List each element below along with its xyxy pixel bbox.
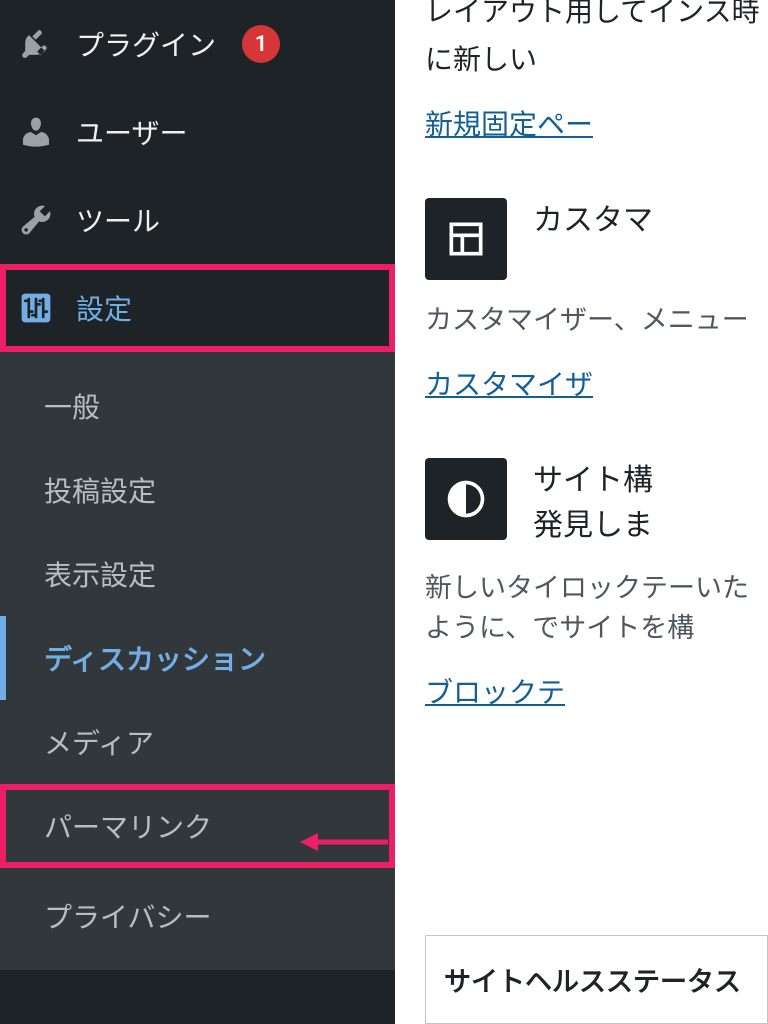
submenu-item-privacy[interactable]: プライバシー <box>0 874 395 958</box>
main-content: レイアウト用してインス時に新しい 新規固定ペー カスタマ カスタマイザー、メニュ… <box>395 0 768 1024</box>
submenu-item-general[interactable]: 一般 <box>0 364 395 448</box>
wrench-icon <box>18 202 54 238</box>
site-title-line1: サイト構 <box>533 458 653 503</box>
sidebar-label-tools: ツール <box>76 200 160 240</box>
site-title-line2: 発見しま <box>533 503 653 548</box>
submenu-item-reading[interactable]: 表示設定 <box>0 532 395 616</box>
settings-submenu: 一般 投稿設定 表示設定 ディスカッション メディア パーマリンク プライバシー <box>0 352 395 970</box>
submenu-item-writing[interactable]: 投稿設定 <box>0 448 395 532</box>
sliders-icon <box>18 290 54 326</box>
customize-description: カスタマイザー、メニュー <box>425 300 768 341</box>
submenu-item-permalink[interactable]: パーマリンク <box>0 784 395 868</box>
contrast-icon <box>425 458 507 540</box>
site-description: 新しいタイロックテーいたように、でサイトを構 <box>425 568 768 649</box>
user-icon <box>18 114 54 150</box>
customize-title: カスタマ <box>533 198 653 280</box>
site-health-panel: サイトヘルスステータス <box>425 935 768 1024</box>
admin-sidebar: プラグイン 1 ユーザー ツール 設定 一般 投稿設定 表示設定 ディスカッショ… <box>0 0 395 1024</box>
new-page-link[interactable]: 新規固定ペー <box>425 108 593 141</box>
sidebar-item-settings[interactable]: 設定 <box>0 264 395 352</box>
block-theme-link[interactable]: ブロックテ <box>425 676 565 709</box>
sidebar-label-plugins: プラグイン <box>76 24 216 64</box>
sidebar-label-users: ユーザー <box>76 112 187 152</box>
site-health-title: サイトヘルスステータス <box>444 960 749 999</box>
plugin-update-badge: 1 <box>242 25 280 63</box>
submenu-item-discussion[interactable]: ディスカッション <box>0 616 395 700</box>
layout-icon <box>425 198 507 280</box>
sidebar-label-settings: 設定 <box>76 288 132 328</box>
sidebar-item-plugins[interactable]: プラグイン 1 <box>0 0 395 88</box>
plug-icon <box>18 26 54 62</box>
submenu-item-media[interactable]: メディア <box>0 700 395 784</box>
sidebar-item-tools[interactable]: ツール <box>0 176 395 264</box>
sidebar-item-users[interactable]: ユーザー <box>0 88 395 176</box>
customizer-link[interactable]: カスタマイザ <box>425 368 593 401</box>
intro-text: レイアウト用してインス時に新しい <box>425 0 768 83</box>
